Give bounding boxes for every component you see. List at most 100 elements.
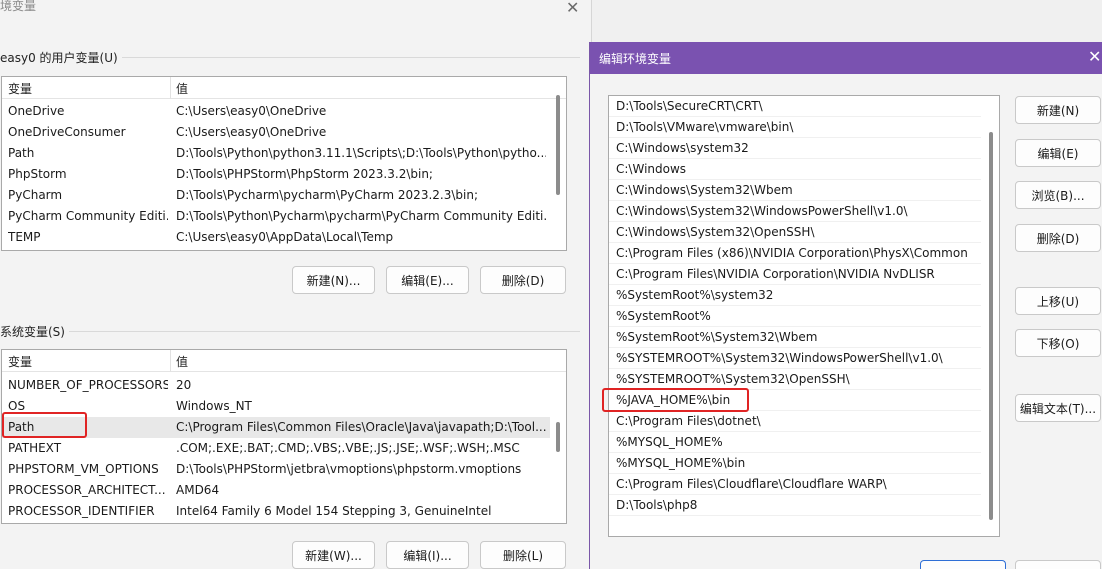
path-entry: C:\Program Files\dotnet\ <box>616 414 761 428</box>
column-header-value[interactable]: 值 <box>176 353 188 370</box>
list-item[interactable]: C:\Windows\system32 <box>609 138 981 159</box>
cancel-button[interactable] <box>1015 560 1101 569</box>
table-row[interactable]: PROCESSOR_IDENTIFIER Intel64 Family 6 Mo… <box>2 501 550 522</box>
dialog-title: 编辑环境变量 <box>599 52 672 66</box>
column-separator[interactable] <box>170 350 171 372</box>
column-header-name[interactable]: 变量 <box>8 80 32 97</box>
list-item[interactable]: %SYSTEMROOT%\System32\OpenSSH\ <box>609 369 981 390</box>
list-item[interactable]: C:\Program Files (x86)\NVIDIA Corporatio… <box>609 243 981 264</box>
table-row[interactable]: PATHEXT .COM;.EXE;.BAT;.CMD;.VBS;.VBE;.J… <box>2 438 550 459</box>
path-entry: C:\Program Files\Cloudflare\Cloudflare W… <box>616 477 887 491</box>
path-entry: D:\Tools\SecureCRT\CRT\ <box>616 99 763 113</box>
close-icon[interactable]: ✕ <box>1088 47 1101 66</box>
user-vars-label: easy0 的用户变量(U) <box>0 49 122 66</box>
list-item[interactable]: D:\Tools\VMware\vmware\bin\ <box>609 117 981 138</box>
path-entry: C:\Windows\System32\OpenSSH\ <box>616 225 815 239</box>
path-entry: %SystemRoot%\System32\Wbem <box>616 330 818 344</box>
var-value: C:\Users\easy0\OneDrive <box>176 104 327 118</box>
edit-button[interactable]: 编辑(E) <box>1015 139 1101 167</box>
list-item[interactable]: %SystemRoot% <box>609 306 981 327</box>
list-item[interactable]: %SYSTEMROOT%\System32\WindowsPowerShell\… <box>609 348 981 369</box>
var-name: PyCharm <box>8 188 63 202</box>
list-item[interactable]: %MYSQL_HOME% <box>609 432 981 453</box>
list-item[interactable]: C:\Windows <box>609 159 981 180</box>
table-row[interactable]: PyCharm Community Editi... D:\Tools\Pyth… <box>2 206 550 227</box>
user-new-button[interactable]: 新建(N)... <box>292 266 375 294</box>
move-up-button[interactable]: 上移(U) <box>1015 287 1101 315</box>
path-entry: %MYSQL_HOME%\bin <box>616 456 746 470</box>
table-row[interactable]: OneDrive C:\Users\easy0\OneDrive <box>2 101 550 122</box>
system-new-button[interactable]: 新建(W)... <box>292 541 375 569</box>
var-name: OneDriveConsumer <box>8 125 126 139</box>
path-entry: C:\Windows\System32\Wbem <box>616 183 793 197</box>
delete-button[interactable]: 删除(D) <box>1015 224 1101 252</box>
move-down-button[interactable]: 下移(O) <box>1015 329 1101 357</box>
table-row[interactable]: PROCESSOR_ARCHITECT... AMD64 <box>2 480 550 501</box>
browse-button[interactable]: 浏览(B)... <box>1015 181 1101 209</box>
vertical-scrollbar[interactable] <box>556 95 560 195</box>
column-separator[interactable] <box>170 77 171 99</box>
table-row[interactable]: NUMBER_OF_PROCESSORS 20 <box>2 375 550 396</box>
user-delete-button[interactable]: 删除(D) <box>480 266 566 294</box>
path-entry: C:\Windows\system32 <box>616 141 749 155</box>
table-row[interactable]: OneDriveConsumer C:\Users\easy0\OneDrive <box>2 122 550 143</box>
path-entry: %SystemRoot% <box>616 309 711 323</box>
new-button[interactable]: 新建(N) <box>1015 96 1101 124</box>
edit-text-button[interactable]: 编辑文本(T)... <box>1015 394 1101 422</box>
path-entries-list[interactable]: D:\Tools\SecureCRT\CRT\ D:\Tools\VMware\… <box>608 95 1000 537</box>
vertical-scrollbar[interactable] <box>989 132 993 520</box>
path-entry: C:\Program Files\NVIDIA Corporation\NVID… <box>616 267 935 281</box>
var-name: OS <box>8 399 26 413</box>
highlight-annotation <box>602 388 749 412</box>
var-value: C:\Users\easy0\AppData\Local\Temp <box>176 230 394 244</box>
list-item[interactable]: C:\Program Files\dotnet\ <box>609 411 981 432</box>
var-name: PROCESSOR_IDENTIFIER <box>8 504 155 518</box>
var-name: TEMP <box>8 230 41 244</box>
column-header-name[interactable]: 变量 <box>8 353 32 370</box>
ok-button[interactable] <box>920 560 1006 569</box>
environment-variables-dialog: 境变量 ✕ easy0 的用户变量(U) 变量 值 OneDrive C:\Us… <box>0 0 592 569</box>
list-item[interactable]: C:\Windows\System32\Wbem <box>609 180 981 201</box>
user-edit-button[interactable]: 编辑(E)... <box>386 266 469 294</box>
table-row[interactable]: PyCharm D:\Tools\Pycharm\pycharm\PyCharm… <box>2 185 550 206</box>
column-header-value[interactable]: 值 <box>176 80 188 97</box>
var-name: Path <box>8 146 35 160</box>
table-row[interactable]: TEMP C:\Users\easy0\AppData\Local\Temp <box>2 227 550 248</box>
var-value: .COM;.EXE;.BAT;.CMD;.VBS;.VBE;.JS;.JSE;.… <box>176 441 520 455</box>
var-value: 20 <box>176 378 192 392</box>
path-entry: %SYSTEMROOT%\System32\WindowsPowerShell\… <box>616 351 943 365</box>
list-item[interactable]: D:\Tools\php8 <box>609 495 981 516</box>
list-item[interactable]: %SystemRoot%\system32 <box>609 285 981 306</box>
path-entry: %SYSTEMROOT%\System32\OpenSSH\ <box>616 372 850 386</box>
dialog-title: 境变量 <box>0 0 37 13</box>
var-value: D:\Tools\Pycharm\pycharm\PyCharm 2023.2.… <box>176 188 478 202</box>
list-item[interactable]: C:\Windows\System32\OpenSSH\ <box>609 222 981 243</box>
list-item[interactable]: D:\Tools\SecureCRT\CRT\ <box>609 96 981 117</box>
path-entry: %MYSQL_HOME% <box>616 435 723 449</box>
vertical-scrollbar[interactable] <box>556 422 560 452</box>
list-item[interactable]: C:\Windows\System32\WindowsPowerShell\v1… <box>609 201 981 222</box>
path-entry: D:\Tools\php8 <box>616 498 698 512</box>
table-row[interactable]: PHPSTORM_VM_OPTIONS D:\Tools\PHPStorm\je… <box>2 459 550 480</box>
path-entry: C:\Program Files (x86)\NVIDIA Corporatio… <box>616 246 968 260</box>
table-row[interactable]: PhpStorm D:\Tools\PHPStorm\PhpStorm 2023… <box>2 164 550 185</box>
system-delete-button[interactable]: 删除(L) <box>480 541 566 569</box>
var-name: PATHEXT <box>8 441 62 455</box>
title-bar[interactable]: 编辑环境变量 ✕ <box>590 42 1102 74</box>
var-name: PyCharm Community Editi... <box>8 209 168 223</box>
var-value: D:\Tools\Python\python3.11.1\Scripts\;D:… <box>176 146 546 160</box>
user-vars-list[interactable]: 变量 值 OneDrive C:\Users\easy0\OneDrive On… <box>1 76 567 251</box>
var-name: PHPSTORM_VM_OPTIONS <box>8 462 159 476</box>
list-item[interactable]: C:\Program Files\Cloudflare\Cloudflare W… <box>609 474 981 495</box>
table-row[interactable]: Path D:\Tools\Python\python3.11.1\Script… <box>2 143 550 164</box>
system-vars-label: 系统变量(S) <box>0 323 69 340</box>
list-item[interactable]: C:\Program Files\NVIDIA Corporation\NVID… <box>609 264 981 285</box>
system-edit-button[interactable]: 编辑(I)... <box>386 541 469 569</box>
highlight-annotation <box>2 412 87 438</box>
path-entry: C:\Windows\System32\WindowsPowerShell\v1… <box>616 204 908 218</box>
group-divider <box>0 331 580 332</box>
var-value: C:\Program Files\Common Files\Oracle\Jav… <box>176 420 546 434</box>
list-item[interactable]: %SystemRoot%\System32\Wbem <box>609 327 981 348</box>
list-item[interactable]: %MYSQL_HOME%\bin <box>609 453 981 474</box>
close-icon[interactable]: ✕ <box>566 0 579 17</box>
